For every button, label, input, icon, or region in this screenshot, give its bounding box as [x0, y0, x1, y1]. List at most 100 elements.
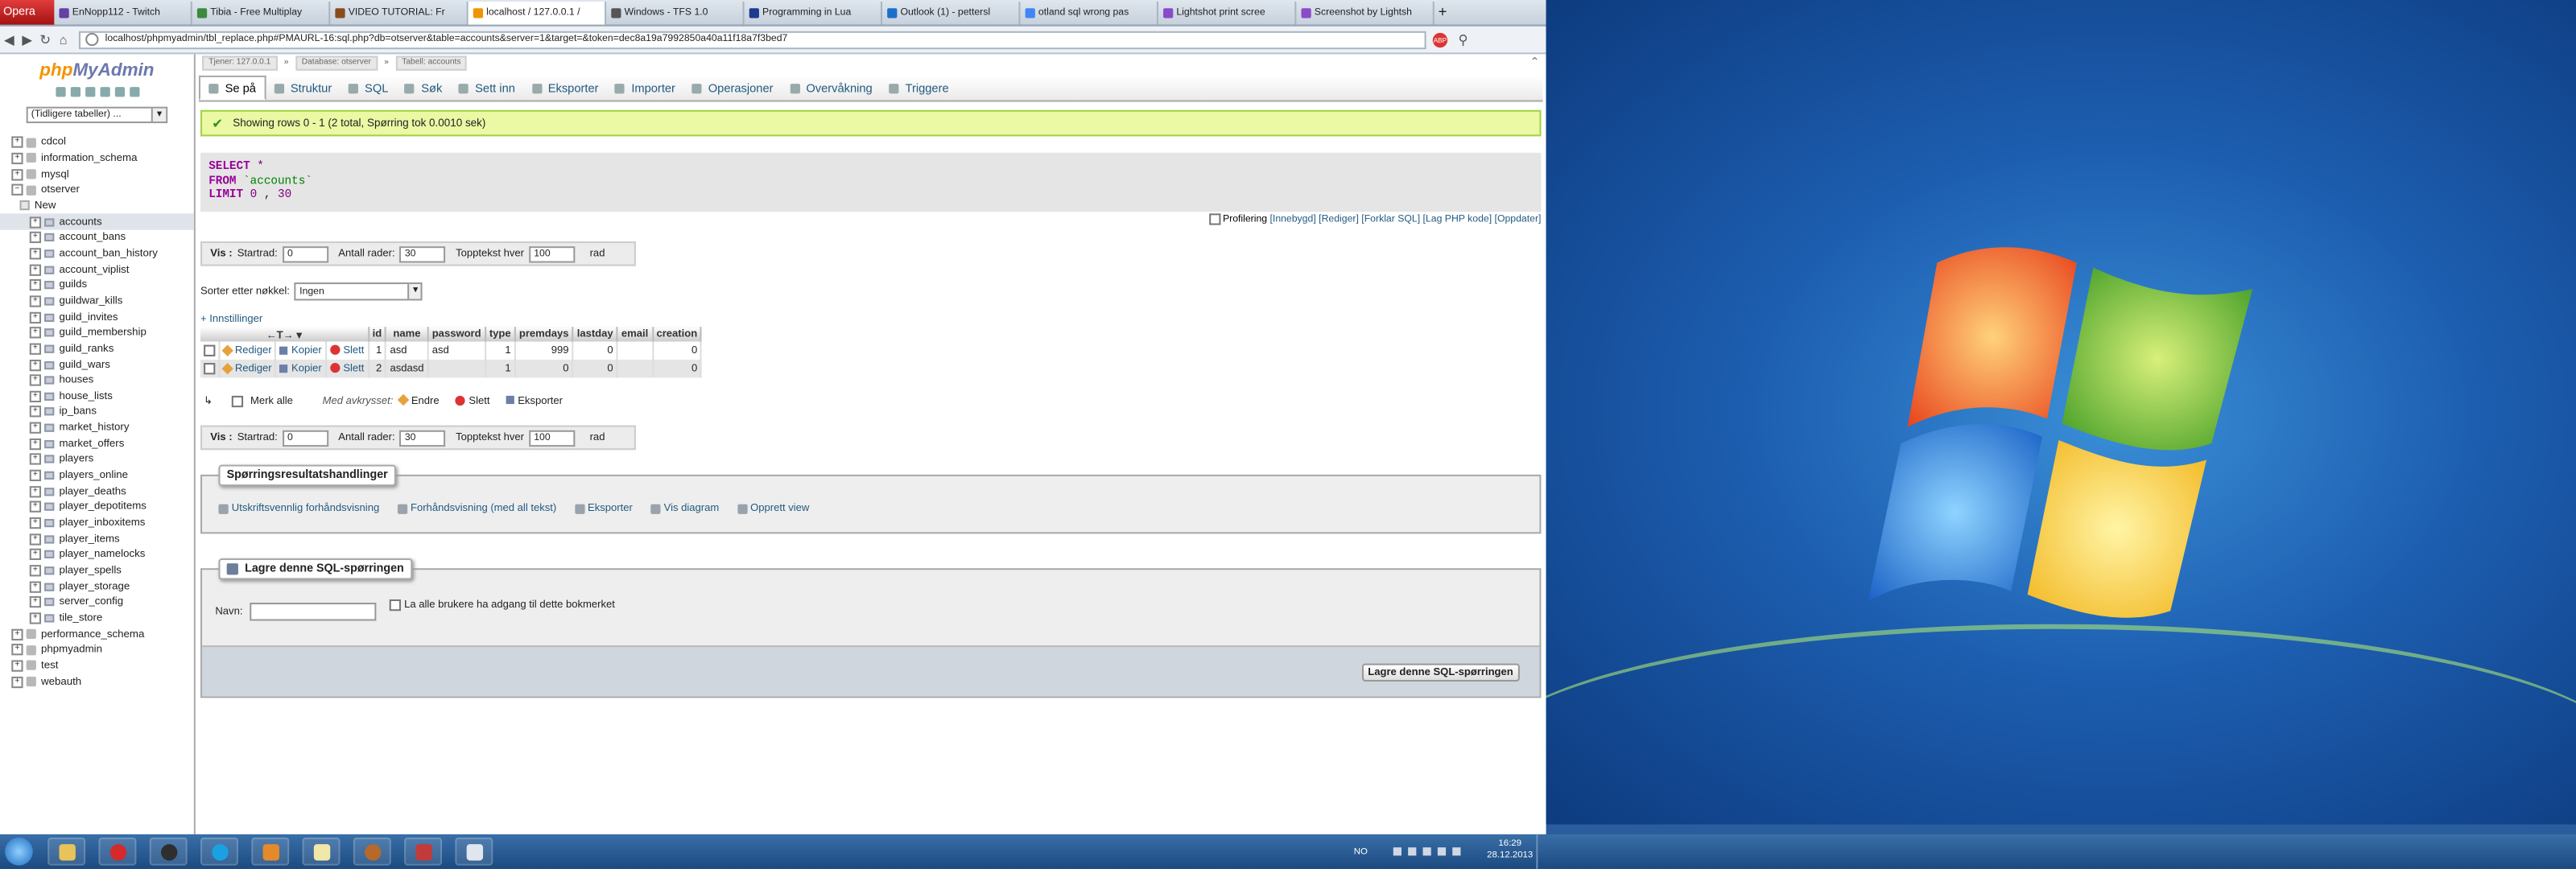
- search-icon[interactable]: ⚲: [1454, 32, 1472, 47]
- tab-search[interactable]: Søk: [397, 76, 451, 101]
- cell-creation[interactable]: 0: [652, 359, 703, 378]
- browser-tab[interactable]: Programming in Lua: [745, 2, 883, 25]
- flag-icon[interactable]: [1393, 847, 1402, 856]
- expand-icon[interactable]: +: [29, 263, 42, 276]
- expand-icon[interactable]: +: [29, 374, 42, 386]
- cell-creation[interactable]: 0: [652, 341, 703, 360]
- adblock-icon[interactable]: ABP: [1432, 31, 1448, 47]
- new-tab-button[interactable]: +: [1435, 0, 1451, 25]
- row-checkbox-cell[interactable]: [200, 341, 221, 360]
- tab-insert[interactable]: Sett inn: [451, 76, 524, 101]
- forward-icon[interactable]: ▶: [18, 32, 35, 47]
- create-view-link[interactable]: Opprett view: [737, 503, 809, 514]
- sidebar-table-item[interactable]: + player_spells: [0, 562, 194, 579]
- cell-name[interactable]: asd: [386, 341, 429, 360]
- bulk-export-button[interactable]: Eksporter: [506, 395, 563, 406]
- copy-row-link[interactable]: Kopier: [275, 359, 327, 378]
- app-tray-icon[interactable]: [1422, 847, 1431, 856]
- sidebar-table-item[interactable]: + ip_bans: [0, 404, 194, 420]
- tab-sql[interactable]: SQL: [340, 76, 396, 101]
- row-checkbox-cell[interactable]: [200, 359, 221, 378]
- sidebar-table-item[interactable]: + player_items: [0, 531, 194, 547]
- game-taskbar-icon[interactable]: [149, 837, 188, 866]
- docs-icon[interactable]: [99, 87, 109, 97]
- browser-tab[interactable]: localhost / 127.0.0.1 /: [468, 2, 607, 25]
- all-users-checkbox[interactable]: [389, 599, 402, 612]
- opera-menu-button[interactable]: Opera: [0, 0, 55, 25]
- cell-premdays[interactable]: 0: [514, 359, 574, 378]
- back-icon[interactable]: ◀: [0, 32, 18, 47]
- sidebar-table-item[interactable]: + houses: [0, 373, 194, 389]
- collapse-icon[interactable]: −: [11, 184, 23, 196]
- sidebar-table-item[interactable]: + account_ban_history: [0, 245, 194, 262]
- tab-operations[interactable]: Operasjoner: [683, 76, 782, 101]
- column-toggle-header[interactable]: ←T→ ▾: [200, 327, 369, 342]
- sidebar-table-item[interactable]: + account_viplist: [0, 262, 194, 278]
- sidebar-table-item[interactable]: + server_config: [0, 595, 194, 611]
- repeat-header-input[interactable]: 100: [529, 245, 576, 262]
- options-link[interactable]: + Innstillinger: [200, 314, 262, 325]
- sidebar-db-item[interactable]: + cdcol: [0, 134, 194, 150]
- browser-tab[interactable]: Screenshot by Lightsh: [1296, 2, 1435, 25]
- expand-icon[interactable]: +: [29, 232, 42, 244]
- expand-icon[interactable]: +: [29, 485, 42, 497]
- cell-password[interactable]: asd: [427, 341, 486, 360]
- expand-icon[interactable]: +: [11, 628, 23, 640]
- create-php-code-link[interactable]: Lag PHP kode: [1426, 216, 1489, 225]
- column-header-password[interactable]: password: [427, 327, 486, 342]
- sidebar-db-item[interactable]: + mysql: [0, 167, 194, 183]
- expand-icon[interactable]: +: [11, 152, 23, 165]
- expand-icon[interactable]: +: [29, 533, 42, 546]
- repeat-header-input-bottom[interactable]: 100: [529, 429, 576, 447]
- volume-icon[interactable]: [1452, 847, 1461, 856]
- start-row-input-bottom[interactable]: 0: [282, 429, 329, 447]
- expand-icon[interactable]: +: [29, 454, 42, 466]
- browser-tab[interactable]: Windows - TFS 1.0: [606, 2, 745, 25]
- browser-tab[interactable]: otland sql wrong pas: [1020, 2, 1158, 25]
- column-header-name[interactable]: name: [386, 327, 429, 342]
- printer-icon[interactable]: [1408, 847, 1417, 856]
- browser-tab[interactable]: EnNopp112 - Twitch: [54, 2, 192, 25]
- check-all-checkbox[interactable]: [232, 394, 244, 407]
- opera-taskbar-icon[interactable]: [98, 837, 137, 866]
- inline-edit-link[interactable]: Innebygd: [1273, 216, 1313, 225]
- explorer-taskbar-icon[interactable]: [47, 837, 86, 866]
- print-view-full-link[interactable]: Forhåndsvisning (med all tekst): [397, 503, 556, 514]
- breadcrumb-table[interactable]: Tabell: accounts: [395, 55, 468, 70]
- sidebar-table-item[interactable]: + guild_invites: [0, 309, 194, 325]
- sidebar-table-item[interactable]: + market_history: [0, 420, 194, 436]
- sidebar-table-item[interactable]: + market_offers: [0, 436, 194, 452]
- sidebar-table-item[interactable]: + player_storage: [0, 579, 194, 595]
- logout-icon[interactable]: [69, 87, 80, 97]
- expand-icon[interactable]: +: [29, 311, 42, 323]
- row-checkbox[interactable]: [204, 362, 216, 375]
- row-count-input-bottom[interactable]: 30: [399, 429, 446, 447]
- sidebar-table-item[interactable]: + guild_membership: [0, 325, 194, 341]
- cell-lastday[interactable]: 0: [572, 341, 618, 360]
- sidebar-table-item[interactable]: + guild_ranks: [0, 341, 194, 357]
- start-row-input[interactable]: 0: [282, 245, 329, 262]
- notepad-taskbar-icon[interactable]: [302, 837, 341, 866]
- expand-icon[interactable]: +: [11, 660, 23, 672]
- sidebar-table-item[interactable]: + account_bans: [0, 230, 194, 246]
- cell-lastday[interactable]: 0: [572, 359, 618, 378]
- sql-query-box[interactable]: SELECT * FROM `accounts` LIMIT 0 , 30: [200, 152, 1542, 212]
- expand-icon[interactable]: +: [29, 343, 42, 355]
- site-info-icon[interactable]: [85, 32, 99, 47]
- expand-icon[interactable]: +: [29, 596, 42, 608]
- sidebar-new-table[interactable]: New: [0, 198, 194, 214]
- column-header-creation[interactable]: creation: [652, 327, 703, 342]
- tab-structure[interactable]: Struktur: [266, 76, 340, 101]
- delete-row-link[interactable]: Slett: [325, 359, 369, 378]
- expand-icon[interactable]: +: [29, 390, 42, 402]
- sidebar-db-item[interactable]: + test: [0, 658, 194, 674]
- expand-icon[interactable]: +: [29, 358, 42, 371]
- column-header-id[interactable]: id: [368, 327, 387, 342]
- show-desktop-button[interactable]: [1536, 834, 1546, 869]
- browser-tab[interactable]: VIDEO TUTORIAL: Fr: [330, 2, 469, 25]
- row-count-input[interactable]: 30: [399, 245, 446, 262]
- browser-tab[interactable]: Outlook (1) - pettersl: [882, 2, 1021, 25]
- expand-icon[interactable]: +: [29, 422, 42, 434]
- refresh-link[interactable]: Oppdater: [1497, 216, 1538, 225]
- expand-icon[interactable]: +: [29, 501, 42, 513]
